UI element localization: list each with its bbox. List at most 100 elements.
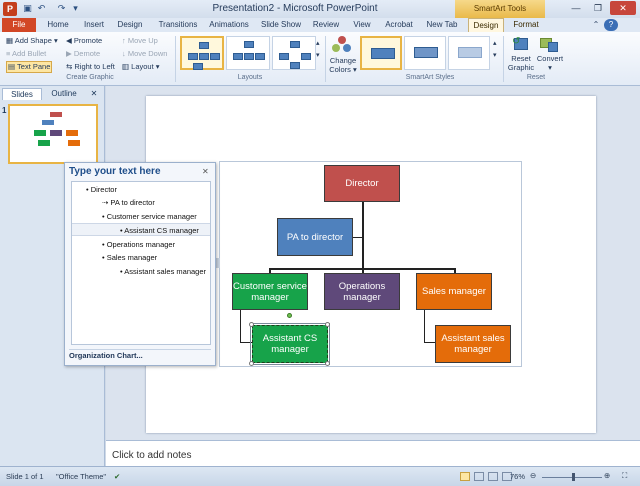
node-assistant-cs-manager[interactable]: Assistant CS manager: [250, 323, 330, 365]
layout-half-circle-org-chart-option[interactable]: [272, 36, 316, 70]
tab-slides[interactable]: Slides: [2, 88, 42, 100]
tab-transitions[interactable]: Transitions: [152, 18, 204, 32]
promote-button[interactable]: ◀ Promote: [66, 35, 102, 47]
move-down-button[interactable]: ↓ Move Down: [122, 48, 167, 60]
tab-file[interactable]: File: [2, 18, 36, 32]
tab-new-tab[interactable]: New Tab: [422, 18, 462, 32]
zoom-out-icon[interactable]: ⊖: [530, 471, 536, 480]
tab-format[interactable]: Format: [508, 18, 544, 32]
help-icon[interactable]: ?: [604, 19, 618, 31]
text-pane-title: Type your text here: [69, 166, 161, 177]
style-white-outline-option[interactable]: [404, 36, 446, 70]
text-pane-button[interactable]: ▤ Text Pane: [6, 61, 52, 73]
smartart-tools-label: SmartArt Tools: [455, 0, 545, 18]
theme-name: "Office Theme": [56, 472, 107, 481]
restore-icon[interactable]: ❐: [588, 1, 608, 15]
node-sales-manager[interactable]: Sales manager: [416, 273, 492, 310]
demote-button[interactable]: ▶ Demote: [66, 48, 100, 60]
list-item[interactable]: ⇢ PA to director: [72, 196, 210, 209]
layout-name-title-org-chart-option[interactable]: [226, 36, 270, 70]
list-item[interactable]: • Assistant sales manager: [72, 265, 210, 278]
connector-line: [362, 202, 364, 270]
frame-handle-left[interactable]: [216, 258, 220, 268]
notes-placeholder: Click to add notes: [112, 450, 192, 461]
close-icon[interactable]: ✕: [610, 1, 636, 15]
close-pane-icon[interactable]: ✕: [88, 88, 100, 100]
spelling-check-icon[interactable]: ✔: [114, 472, 120, 481]
convert-icon[interactable]: [540, 36, 558, 52]
text-pane-footer-link[interactable]: Organization Chart...: [69, 349, 211, 361]
style-subtle-effect-option[interactable]: [448, 36, 490, 70]
resize-handle[interactable]: [325, 361, 330, 366]
minimize-icon[interactable]: —: [566, 1, 586, 15]
tab-slide-show[interactable]: Slide Show: [258, 18, 304, 32]
zoom-level[interactable]: 76%: [510, 472, 525, 481]
resize-handle[interactable]: [325, 322, 330, 327]
list-item[interactable]: • Operations manager: [72, 238, 210, 251]
tab-view[interactable]: View: [348, 18, 376, 32]
slide-thumbnail[interactable]: [8, 104, 98, 164]
tab-acrobat[interactable]: Acrobat: [382, 18, 416, 32]
smartart-frame[interactable]: Director PA to director Customer service…: [216, 161, 522, 367]
reset-graphic-button[interactable]: Reset Graphic: [506, 54, 536, 74]
connector-line: [240, 310, 241, 342]
change-colors-icon[interactable]: [332, 36, 354, 56]
change-colors-label-1: Change: [329, 56, 357, 65]
connector-line: [424, 310, 425, 342]
style-simple-fill-option[interactable]: [360, 36, 402, 70]
node-pa-to-director[interactable]: PA to director: [277, 218, 353, 256]
text-pane-list[interactable]: • Director ⇢ PA to director • Customer s…: [71, 181, 211, 345]
reading-view-icon[interactable]: [488, 472, 498, 481]
tab-review[interactable]: Review: [310, 18, 342, 32]
resize-handle[interactable]: [249, 322, 254, 327]
notes-pane[interactable]: Click to add notes: [106, 440, 640, 466]
normal-view-icon[interactable]: [460, 472, 470, 481]
list-item[interactable]: • Customer service manager: [72, 210, 210, 223]
list-item[interactable]: • Director: [72, 183, 210, 196]
list-item[interactable]: • Sales manager: [72, 251, 210, 264]
tab-smartart-design[interactable]: Design: [468, 18, 504, 32]
reset-graphic-icon[interactable]: ↺: [512, 36, 530, 52]
change-colors-button[interactable]: Change Colors ▾: [329, 56, 357, 76]
minimize-ribbon-icon[interactable]: ⌃: [590, 18, 602, 32]
save-icon[interactable]: ▣: [22, 3, 33, 14]
create-graphic-group-label: Create Graphic: [66, 74, 114, 81]
layouts-gallery-more-icon[interactable]: ▴ ▾: [316, 38, 320, 59]
tab-insert[interactable]: Insert: [78, 18, 110, 32]
layout-org-chart-option[interactable]: [180, 36, 224, 70]
promote-label: Promote: [73, 36, 103, 45]
list-item-text: Assistant CS manager: [124, 226, 199, 235]
text-pane-close-icon[interactable]: ✕: [202, 167, 209, 176]
move-up-label: Move Up: [127, 36, 158, 45]
styles-gallery-more-icon[interactable]: ▴ ▾: [493, 38, 497, 59]
node-operations-manager[interactable]: Operations manager: [324, 273, 400, 310]
tab-outline[interactable]: Outline: [44, 88, 84, 100]
tab-animations[interactable]: Animations: [206, 18, 252, 32]
powerpoint-app-icon[interactable]: P: [3, 2, 17, 16]
node-assistant-sales-manager[interactable]: Assistant sales manager: [435, 325, 511, 363]
tab-home[interactable]: Home: [42, 18, 74, 32]
redo-icon[interactable]: ↷: [56, 3, 67, 14]
list-item-text: Operations manager: [106, 240, 176, 249]
convert-button[interactable]: Convert ▾: [536, 54, 564, 74]
add-bullet-button[interactable]: ≡ Add Bullet: [6, 48, 46, 60]
change-colors-label-2: Colors: [329, 65, 351, 74]
list-item-selected[interactable]: • Assistant CS manager: [72, 223, 210, 236]
node-director[interactable]: Director: [324, 165, 400, 202]
undo-icon[interactable]: ↶: [36, 3, 47, 14]
node-customer-service-manager[interactable]: Customer service manager: [232, 273, 308, 310]
move-up-button[interactable]: ↑ Move Up: [122, 35, 158, 47]
right-to-left-button[interactable]: ⇆ Right to Left: [66, 61, 115, 73]
rotate-handle[interactable]: [287, 313, 292, 318]
zoom-in-icon[interactable]: ⊕: [604, 471, 610, 480]
layout-button[interactable]: ▥ Layout ▾: [122, 61, 160, 73]
move-down-label: Move Down: [127, 49, 168, 58]
resize-handle[interactable]: [249, 361, 254, 366]
fit-to-window-icon[interactable]: ⛶: [622, 471, 627, 481]
zoom-slider-thumb[interactable]: [572, 473, 575, 481]
title-bar: P ▣ ↶ ↷ ▾ Presentation2 - Microsoft Powe…: [0, 0, 640, 18]
tab-design[interactable]: Design: [114, 18, 146, 32]
add-shape-button[interactable]: ▦ Add Shape ▾: [6, 35, 58, 47]
customize-qat-icon[interactable]: ▾: [70, 3, 81, 14]
slide-sorter-view-icon[interactable]: [474, 472, 484, 481]
